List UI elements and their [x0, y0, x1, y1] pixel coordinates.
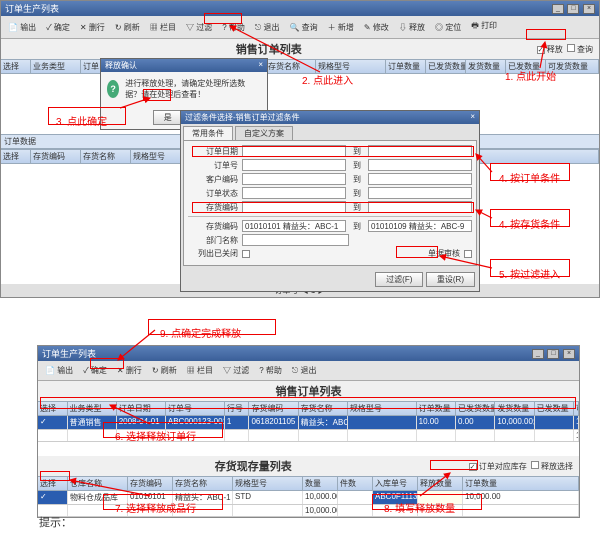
- tb2-refresh[interactable]: ↻ 刷新: [148, 363, 181, 378]
- callout-2: 2. 点此进入: [302, 72, 353, 87]
- cust-to[interactable]: [368, 173, 472, 185]
- hint-label: 提示：: [37, 510, 74, 534]
- tab-common[interactable]: 常用条件: [183, 126, 233, 140]
- tb2-help[interactable]: ? 帮助: [255, 363, 286, 378]
- list-title: 销售订单列表: [1, 41, 537, 57]
- close2-button[interactable]: ×: [563, 349, 575, 359]
- tb-query[interactable]: 🔍 查询: [285, 20, 321, 35]
- dept-input[interactable]: [242, 234, 349, 246]
- tb-print[interactable]: 🖶 打印: [467, 18, 501, 36]
- callout-1: 1. 点此开始: [505, 68, 556, 83]
- min2-button[interactable]: _: [532, 349, 544, 359]
- tb2-output[interactable]: 📄 输出: [41, 363, 77, 378]
- tb-exit[interactable]: ⎋ 退出: [251, 20, 284, 35]
- tb2-exit[interactable]: ⎋ 退出: [288, 363, 321, 378]
- filter-dialog: 过滤条件选择-销售订单过滤条件× 常用条件 自定义方案 订单日期到 订单号到 客…: [180, 110, 480, 292]
- tb-locate[interactable]: ◎ 定位: [431, 20, 465, 35]
- tb2-filter[interactable]: ▽ 过滤: [219, 363, 253, 378]
- stock-title: 存货现存量列表: [38, 458, 469, 474]
- status-from[interactable]: [242, 187, 346, 199]
- tb-confirm[interactable]: ✓ 确定: [42, 20, 74, 35]
- tb-output[interactable]: 📄 输出: [4, 20, 40, 35]
- chk-audit[interactable]: [464, 250, 472, 258]
- max2-button[interactable]: □: [547, 349, 559, 359]
- min-button[interactable]: _: [552, 4, 564, 14]
- confirm-yes-button[interactable]: 是: [153, 110, 183, 125]
- filter-go-button[interactable]: 过滤(F): [375, 272, 423, 287]
- window-title: 订单生产列表: [5, 2, 59, 15]
- tb-edit[interactable]: ✎ 修改: [360, 20, 393, 35]
- tab-custom[interactable]: 自定义方案: [235, 126, 293, 140]
- tb-add[interactable]: ＋ 新增: [324, 20, 358, 35]
- status-to[interactable]: [368, 187, 472, 199]
- filter-close-icon[interactable]: ×: [470, 112, 475, 123]
- stock-from[interactable]: 01010101 精益头：ABC-1: [242, 220, 346, 232]
- close-button[interactable]: ×: [583, 4, 595, 14]
- chk-release-sel[interactable]: 释放选择: [531, 461, 573, 472]
- question-icon: ?: [107, 80, 119, 98]
- chk-release[interactable]: ✓ 释放: [537, 44, 563, 55]
- tb-delrow[interactable]: ✕ 删行: [76, 20, 109, 35]
- tb-refresh[interactable]: ↻ 刷新: [111, 20, 144, 35]
- order-no-to[interactable]: [368, 159, 472, 171]
- toolbar: 📄 输出 ✓ 确定 ✕ 删行 ↻ 刷新 ▦ 栏目 ▽ 过滤 ? 帮助 ⎋ 退出 …: [1, 16, 599, 39]
- window2-title: 订单生产列表: [42, 347, 96, 360]
- tb-cols[interactable]: ▦ 栏目: [146, 20, 180, 35]
- dialog-close-icon[interactable]: ×: [258, 60, 263, 71]
- chk-closed[interactable]: [242, 250, 250, 258]
- confirm-title: 释放确认: [105, 60, 137, 71]
- filter-title: 过滤条件选择-销售订单过滤条件: [185, 112, 300, 123]
- tb-release[interactable]: ⇩ 释放: [395, 20, 429, 35]
- stock-columns: 选择仓库名称存货编码存货名称规格型号数量件数入库单号释放数量订单数量: [38, 476, 579, 491]
- cust-from[interactable]: [242, 173, 346, 185]
- order-no-from[interactable]: [242, 159, 346, 171]
- chk-query[interactable]: 查询: [567, 44, 593, 55]
- filter-reset-button[interactable]: 重设(R): [426, 272, 475, 287]
- tb2-cols[interactable]: ▦ 栏目: [183, 363, 217, 378]
- stock-to[interactable]: 01010109 精益头：ABC-9: [368, 220, 472, 232]
- max-button[interactable]: □: [567, 4, 579, 14]
